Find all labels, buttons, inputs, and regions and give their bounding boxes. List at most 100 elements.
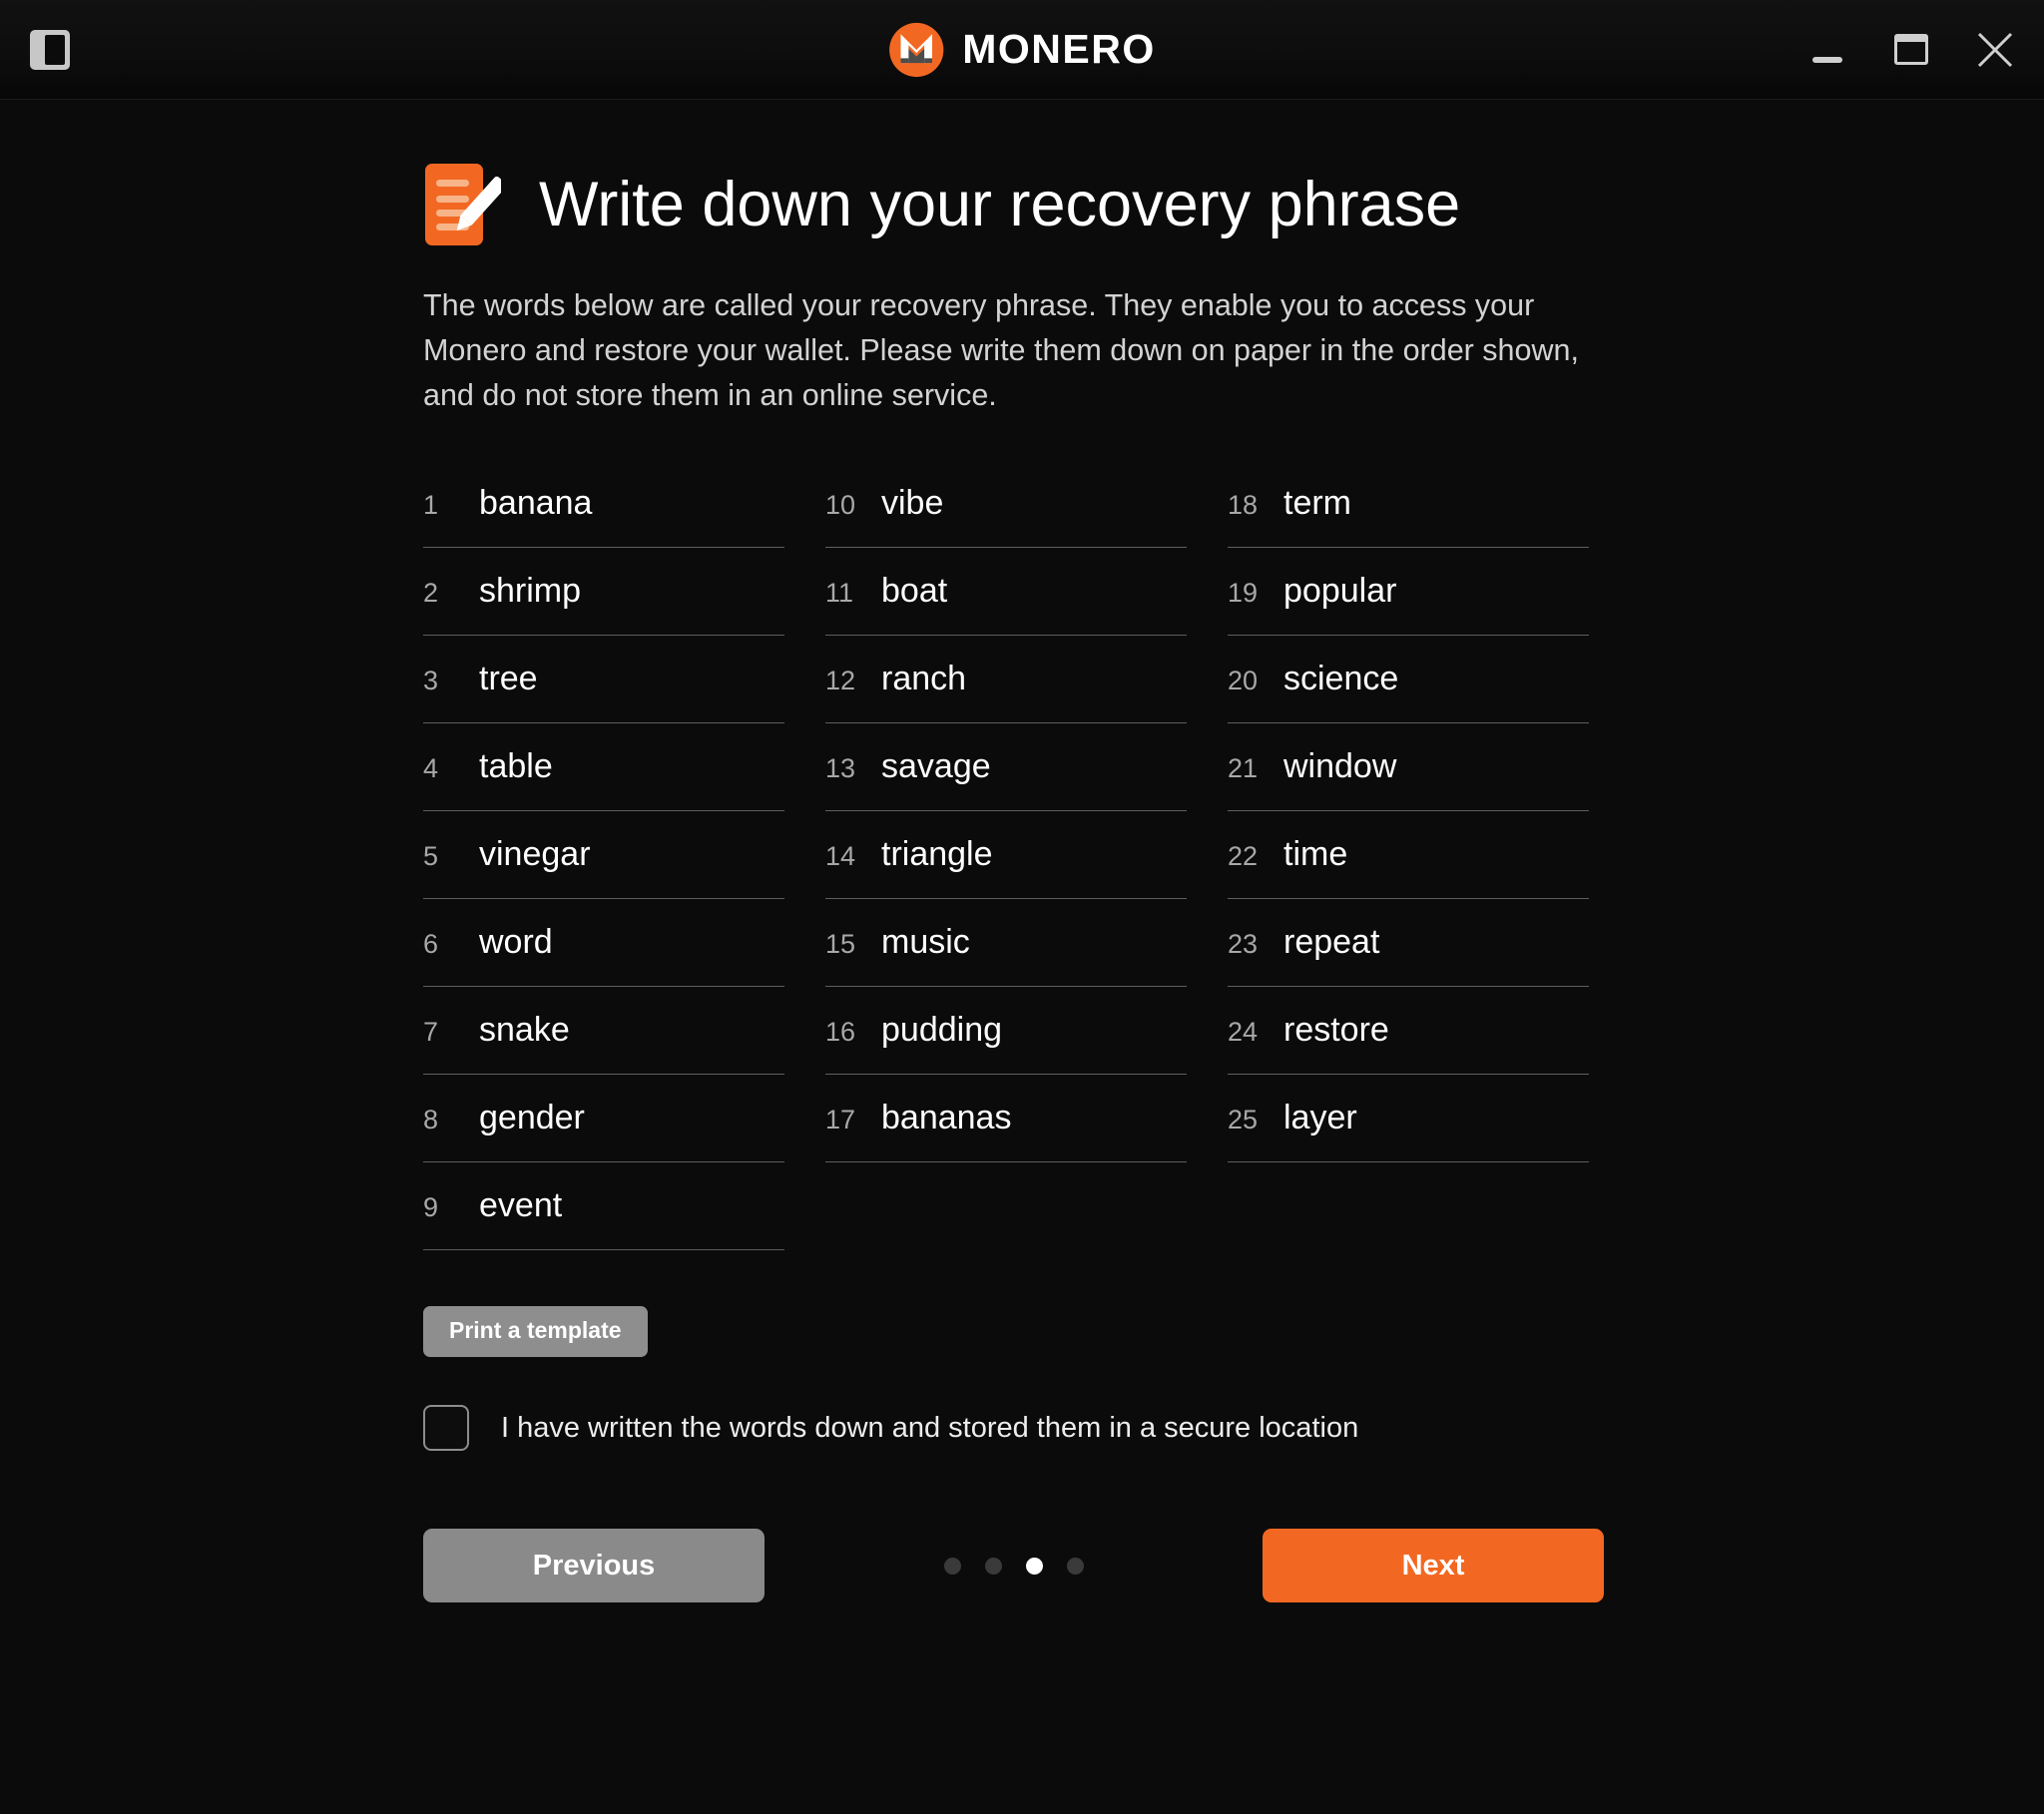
word-value: shrimp: [479, 572, 582, 611]
word-row[interactable]: 3 tree: [423, 636, 784, 724]
word-index: 1: [423, 490, 439, 521]
word-row[interactable]: 14 triangle: [825, 811, 1187, 900]
word-row-empty: [825, 1162, 1187, 1250]
word-value: gender: [479, 1099, 585, 1137]
page-description: The words below are called your recovery…: [423, 288, 1579, 413]
maximize-button[interactable]: [1888, 27, 1934, 73]
word-value: savage: [881, 747, 991, 786]
title-bar: MONERO: [0, 0, 2044, 100]
word-row[interactable]: 15 music: [825, 899, 1187, 988]
word-row[interactable]: 17 bananas: [825, 1075, 1187, 1163]
word-index: 20: [1228, 666, 1259, 696]
word-value: repeat: [1283, 923, 1380, 962]
word-value: layer: [1283, 1099, 1357, 1137]
previous-button[interactable]: Previous: [423, 1529, 765, 1603]
word-row[interactable]: 13 savage: [825, 723, 1187, 812]
word-index: 18: [1228, 490, 1259, 521]
word-value: bananas: [881, 1099, 1012, 1137]
word-row[interactable]: 23 repeat: [1228, 899, 1589, 988]
confirm-checkbox-row[interactable]: I have written the words down and stored…: [423, 1405, 1671, 1452]
word-index: 23: [1228, 929, 1259, 960]
word-index: 2: [423, 578, 439, 609]
word-index: 9: [423, 1192, 439, 1223]
word-row[interactable]: 20 science: [1228, 636, 1589, 724]
document-pencil-icon: [425, 164, 501, 245]
minimize-button[interactable]: [1804, 27, 1850, 73]
word-index: 24: [1228, 1017, 1259, 1048]
page-title: Write down your recovery phrase: [539, 169, 1461, 239]
word-value: restore: [1283, 1011, 1389, 1050]
wizard-footer: Previous Next: [423, 1529, 1604, 1603]
word-index: 25: [1228, 1105, 1259, 1135]
close-button[interactable]: [1972, 27, 2018, 73]
word-row[interactable]: 24 restore: [1228, 987, 1589, 1076]
word-index: 4: [423, 753, 439, 784]
word-index: 17: [825, 1105, 856, 1135]
word-row[interactable]: 7 snake: [423, 987, 784, 1076]
confirm-checkbox-label: I have written the words down and stored…: [501, 1411, 1359, 1444]
word-row[interactable]: 25 layer: [1228, 1075, 1589, 1163]
word-row[interactable]: 2 shrimp: [423, 548, 784, 637]
word-value: event: [479, 1186, 563, 1225]
maximize-icon: [1894, 34, 1928, 65]
word-index: 16: [825, 1017, 856, 1048]
word-value: vibe: [881, 484, 944, 523]
word-value: term: [1283, 484, 1351, 523]
recovery-phrase-column-1: 1 banana 2 shrimp 3 tree 4 table 5 vinegar 6 w…: [423, 460, 784, 1251]
word-index: 5: [423, 841, 439, 872]
word-row[interactable]: 1 banana: [423, 460, 784, 549]
word-value: pudding: [881, 1011, 1003, 1050]
word-value: window: [1283, 747, 1397, 786]
word-row[interactable]: 19 popular: [1228, 548, 1589, 637]
word-value: banana: [479, 484, 593, 523]
word-index: 12: [825, 666, 856, 696]
word-row[interactable]: 6 word: [423, 899, 784, 988]
word-value: word: [479, 923, 553, 962]
word-row[interactable]: 10 vibe: [825, 460, 1187, 549]
app-window: MONERO Write down your recovery phrase T…: [0, 0, 2044, 1814]
next-button[interactable]: Next: [1263, 1529, 1604, 1603]
word-index: 21: [1228, 753, 1259, 784]
brand: MONERO: [888, 22, 1156, 78]
word-value: time: [1283, 835, 1348, 874]
word-row[interactable]: 12 ranch: [825, 636, 1187, 724]
word-value: ranch: [881, 660, 967, 698]
word-index: 22: [1228, 841, 1259, 872]
confirm-checkbox[interactable]: [423, 1405, 469, 1452]
minimize-icon: [1812, 56, 1842, 63]
pagination-dot-2[interactable]: [984, 1557, 1002, 1575]
word-row[interactable]: 11 boat: [825, 548, 1187, 637]
word-index: 8: [423, 1105, 439, 1135]
word-index: 19: [1228, 578, 1259, 609]
pagination-dot-4[interactable]: [1066, 1557, 1084, 1575]
word-row[interactable]: 16 pudding: [825, 987, 1187, 1076]
word-index: 10: [825, 490, 856, 521]
sidebar-panel-icon[interactable]: [30, 29, 70, 70]
brand-name: MONERO: [962, 26, 1156, 72]
monero-logo-icon: [889, 22, 944, 77]
word-row[interactable]: 18 term: [1228, 460, 1589, 549]
word-value: vinegar: [479, 835, 591, 874]
recovery-phrase-column-3: 18 term 19 popular 20 science 21 window 22 ti…: [1228, 460, 1589, 1250]
recovery-phrase-grid: 1 banana 2 shrimp 3 tree 4 table 5 vinegar 6 w…: [423, 460, 1671, 1251]
pagination-dot-3[interactable]: [1025, 1557, 1043, 1575]
print-template-button[interactable]: Print a template: [423, 1306, 648, 1358]
word-row[interactable]: 21 window: [1228, 723, 1589, 812]
word-value: triangle: [881, 835, 993, 874]
recovery-phrase-column-2: 10 vibe 11 boat 12 ranch 13 savage 14 triangl…: [825, 460, 1187, 1250]
word-row[interactable]: 5 vinegar: [423, 811, 784, 900]
word-index: 6: [423, 929, 439, 960]
word-index: 11: [825, 578, 854, 609]
word-value: boat: [881, 572, 948, 611]
word-row[interactable]: 22 time: [1228, 811, 1589, 900]
pagination-dots: [765, 1557, 1263, 1575]
word-value: snake: [479, 1011, 570, 1050]
page-header: Write down your recovery phrase: [423, 162, 1671, 247]
word-value: table: [479, 747, 553, 786]
word-row[interactable]: 9 event: [423, 1162, 784, 1251]
word-row[interactable]: 4 table: [423, 723, 784, 812]
word-index: 7: [423, 1017, 439, 1048]
pagination-dot-1[interactable]: [943, 1557, 961, 1575]
word-index: 14: [825, 841, 856, 872]
word-row[interactable]: 8 gender: [423, 1075, 784, 1163]
